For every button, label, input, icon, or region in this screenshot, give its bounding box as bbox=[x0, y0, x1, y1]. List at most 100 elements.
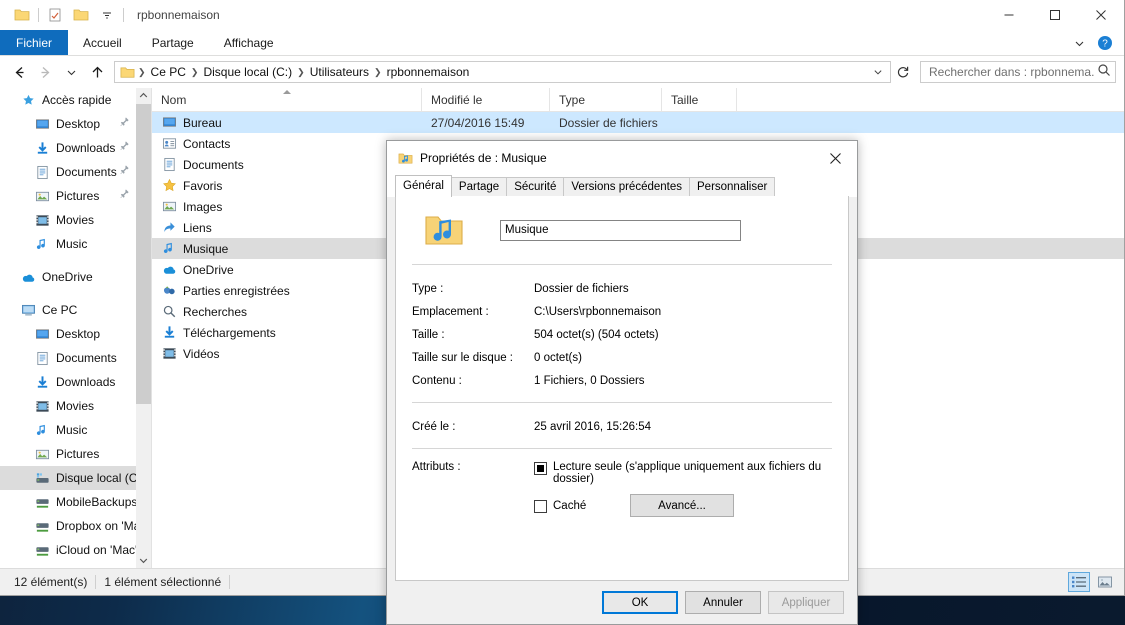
breadcrumb[interactable]: ❯ Ce PC ❯ Disque local (C:) ❯ Utilisateu… bbox=[114, 61, 891, 83]
scrollbar-thumb[interactable] bbox=[136, 104, 151, 404]
recent-locations-chevron-down-icon[interactable] bbox=[58, 59, 84, 85]
sidebar-group-acces-rapide[interactable]: Accès rapide bbox=[0, 88, 136, 112]
qat-chevron-down-icon[interactable] bbox=[94, 2, 120, 28]
tab-affichage[interactable]: Affichage bbox=[209, 30, 289, 55]
arrow-up-icon[interactable] bbox=[84, 59, 110, 85]
property-label: Type : bbox=[412, 282, 444, 295]
pin-icon bbox=[119, 116, 130, 130]
quick-access-toolbar bbox=[0, 2, 127, 28]
property-value: C:\Users\rpbonnemaison bbox=[534, 305, 662, 318]
sidebar-item-documents[interactable]: Documents bbox=[0, 160, 136, 184]
hidden-checkbox[interactable] bbox=[534, 500, 547, 513]
table-row[interactable]: Bureau 27/04/2016 15:49 Dossier de fichi… bbox=[152, 112, 1124, 133]
readonly-checkbox-row[interactable]: Lecture seule (s'applique uniquement aux… bbox=[534, 461, 832, 485]
details-view-icon[interactable] bbox=[1068, 572, 1090, 592]
ribbon-chevron-down-icon[interactable] bbox=[1066, 30, 1092, 56]
navigation-scrollbar[interactable] bbox=[136, 88, 151, 568]
cancel-button[interactable]: Annuler bbox=[685, 591, 761, 614]
onedrive-icon bbox=[20, 269, 36, 285]
sidebar-item-disque-local-c[interactable]: Disque local (C:) bbox=[0, 466, 136, 490]
column-header-taille[interactable]: Taille bbox=[662, 88, 737, 111]
sidebar-item-pc-downloads[interactable]: Downloads bbox=[0, 370, 136, 394]
tab-general[interactable]: Général bbox=[395, 175, 452, 197]
sidebar-item-pc-music[interactable]: Music bbox=[0, 418, 136, 442]
folder-icon[interactable] bbox=[9, 2, 35, 28]
chevron-down-icon[interactable] bbox=[136, 553, 151, 568]
close-icon[interactable] bbox=[813, 142, 857, 174]
property-label: Taille sur le disque : bbox=[412, 351, 513, 364]
sidebar-item-pc-desktop[interactable]: Desktop bbox=[0, 322, 136, 346]
links-icon bbox=[161, 220, 177, 236]
maximize-icon[interactable] bbox=[1032, 0, 1078, 30]
sidebar-item-pc-movies[interactable]: Movies bbox=[0, 394, 136, 418]
sidebar-item-label: Documents bbox=[56, 351, 117, 365]
breadcrumb-item-disque-local[interactable]: Disque local (C:) bbox=[199, 65, 296, 79]
sidebar-item-desktop[interactable]: Desktop bbox=[0, 112, 136, 136]
tab-securite[interactable]: Sécurité bbox=[506, 177, 565, 197]
property-label: Créé le : bbox=[412, 420, 456, 433]
file-name: Images bbox=[183, 199, 223, 214]
thumbnails-view-icon[interactable] bbox=[1094, 572, 1116, 592]
tab-personnaliser[interactable]: Personnaliser bbox=[689, 177, 776, 197]
file-name-cell: OneDrive bbox=[152, 262, 422, 278]
ok-button[interactable]: OK bbox=[602, 591, 678, 614]
sidebar-item-mobilebackups[interactable]: MobileBackups bbox=[0, 490, 136, 514]
sidebar-group-ce-pc[interactable]: Ce PC bbox=[0, 298, 136, 322]
column-header-nom[interactable]: Nom bbox=[152, 88, 422, 111]
navigation-pane: Accès rapide Desktop Downloads Documents… bbox=[0, 88, 152, 568]
tab-partage[interactable]: Partage bbox=[137, 30, 209, 55]
documents-icon bbox=[34, 164, 50, 180]
search-box[interactable] bbox=[920, 61, 1116, 83]
tab-partage[interactable]: Partage bbox=[450, 177, 508, 197]
minimize-icon[interactable] bbox=[986, 0, 1032, 30]
readonly-checkbox[interactable] bbox=[534, 462, 547, 475]
column-header-type[interactable]: Type bbox=[550, 88, 662, 111]
tab-fichier[interactable]: Fichier bbox=[0, 30, 69, 55]
pin-icon bbox=[119, 140, 130, 154]
network-drive-icon bbox=[34, 542, 50, 558]
search-icon[interactable] bbox=[1097, 63, 1111, 82]
divider bbox=[412, 402, 832, 403]
file-modified: 27/04/2016 15:49 bbox=[431, 115, 525, 130]
sidebar-item-downloads[interactable]: Downloads bbox=[0, 136, 136, 160]
documents-icon bbox=[34, 350, 50, 366]
sidebar-item-onedrive[interactable]: OneDrive bbox=[0, 265, 136, 289]
desktop-icon bbox=[34, 116, 50, 132]
arrow-left-icon[interactable] bbox=[6, 59, 32, 85]
refresh-icon[interactable] bbox=[892, 61, 914, 83]
sidebar-item-label: Dropbox on 'Ma bbox=[56, 519, 136, 533]
apply-button: Appliquer bbox=[768, 591, 844, 614]
sidebar-item-pictures[interactable]: Pictures bbox=[0, 184, 136, 208]
advanced-button[interactable]: Avancé... bbox=[630, 494, 734, 517]
hidden-label: Caché bbox=[553, 499, 587, 512]
breadcrumb-item-utilisateurs[interactable]: Utilisateurs bbox=[306, 65, 373, 79]
sidebar-item-music[interactable]: Music bbox=[0, 232, 136, 256]
hidden-checkbox-row[interactable]: Caché Avancé... bbox=[534, 494, 832, 517]
chevron-up-icon[interactable] bbox=[136, 88, 151, 103]
network-drive-icon bbox=[34, 494, 50, 510]
sidebar-item-pc-pictures[interactable]: Pictures bbox=[0, 442, 136, 466]
sidebar-item-movies[interactable]: Movies bbox=[0, 208, 136, 232]
search-input[interactable] bbox=[927, 64, 1097, 80]
breadcrumb-item-ce-pc[interactable]: Ce PC bbox=[147, 65, 190, 79]
arrow-right-icon bbox=[32, 59, 58, 85]
sidebar-item-dropbox[interactable]: Dropbox on 'Ma bbox=[0, 514, 136, 538]
tab-accueil[interactable]: Accueil bbox=[68, 30, 137, 55]
close-icon[interactable] bbox=[1078, 0, 1124, 30]
property-type: Type : Dossier de fichiers bbox=[412, 277, 832, 300]
attributes-section: Attributs : Lecture seule (s'applique un… bbox=[412, 461, 832, 526]
column-header-modifie-le[interactable]: Modifié le bbox=[422, 88, 550, 111]
properties-icon[interactable] bbox=[42, 2, 68, 28]
sidebar-item-icloud[interactable]: iCloud on 'Mac' bbox=[0, 538, 136, 562]
file-name: Favoris bbox=[183, 178, 223, 193]
sidebar-item-pc-documents[interactable]: Documents bbox=[0, 346, 136, 370]
breadcrumb-item-rpbonnemaison[interactable]: rpbonnemaison bbox=[383, 65, 474, 79]
new-folder-icon[interactable] bbox=[68, 2, 94, 28]
address-chevron-down-icon[interactable] bbox=[868, 62, 888, 82]
star-pin-icon bbox=[20, 92, 36, 108]
pictures-icon bbox=[34, 446, 50, 462]
tab-versions-precedentes[interactable]: Versions précédentes bbox=[563, 177, 690, 197]
help-icon[interactable]: ? bbox=[1092, 30, 1118, 56]
pin-icon bbox=[119, 164, 130, 178]
folder-name-field[interactable] bbox=[500, 219, 741, 241]
